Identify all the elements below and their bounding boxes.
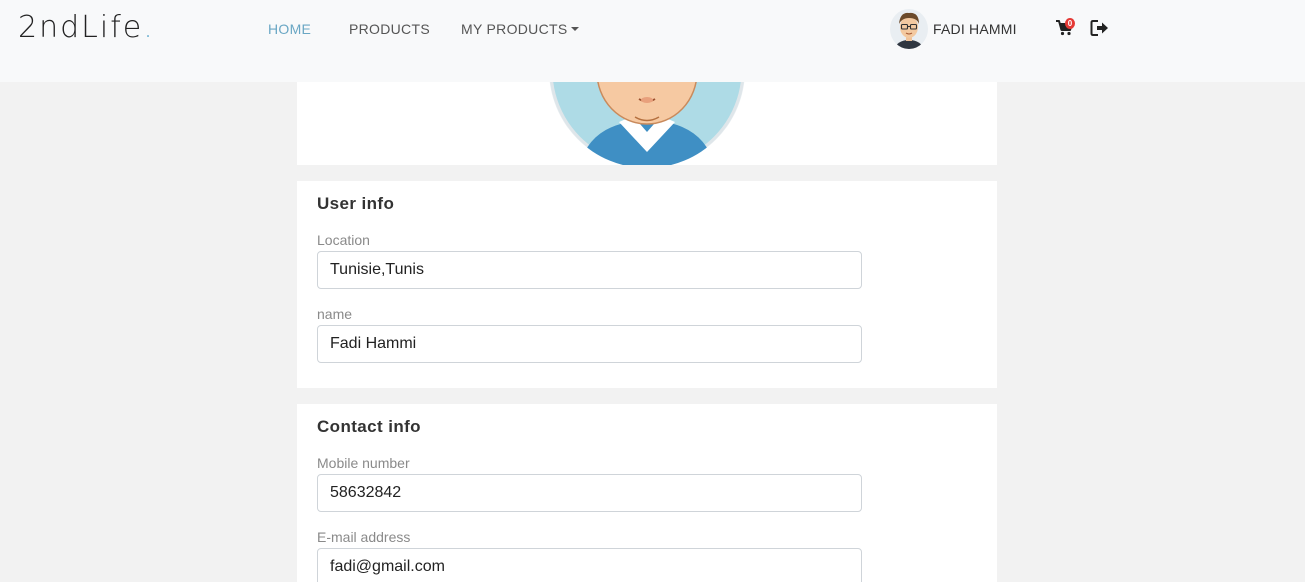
- brand-dot: .: [143, 10, 155, 45]
- logout-icon[interactable]: [1090, 19, 1110, 37]
- email-label: E-mail address: [317, 529, 411, 545]
- nav-home[interactable]: HOME: [268, 21, 311, 37]
- location-label: Location: [317, 232, 370, 248]
- brand-name: 2ndLife: [18, 10, 144, 45]
- nav-my-products[interactable]: MY PRODUCTS: [461, 21, 579, 37]
- name-input[interactable]: [317, 325, 862, 363]
- nav-my-products-label: MY PRODUCTS: [461, 21, 568, 37]
- user-name[interactable]: FADI HAMMI: [933, 21, 1017, 37]
- nav-products[interactable]: PRODUCTS: [349, 21, 430, 37]
- email-input[interactable]: [317, 548, 862, 582]
- brand-logo[interactable]: 2ndLife.: [18, 10, 155, 45]
- mobile-label: Mobile number: [317, 455, 410, 471]
- navbar: 2ndLife. HOME PRODUCTS MY PRODUCTS FADI …: [0, 0, 1305, 82]
- location-input[interactable]: [317, 251, 862, 289]
- contact-info-card: Contact info Mobile number E-mail addres…: [297, 404, 997, 582]
- contact-info-title: Contact info: [317, 417, 421, 436]
- user-avatar[interactable]: [890, 9, 928, 49]
- cart-count-badge: 0: [1065, 18, 1075, 29]
- user-info-card: User info Location name: [297, 181, 997, 388]
- user-info-title: User info: [317, 194, 395, 213]
- mobile-input[interactable]: [317, 474, 862, 512]
- profile-avatar: [549, 82, 745, 165]
- profile-picture-card: [297, 82, 997, 165]
- chevron-down-icon: [570, 26, 579, 31]
- name-label: name: [317, 306, 353, 322]
